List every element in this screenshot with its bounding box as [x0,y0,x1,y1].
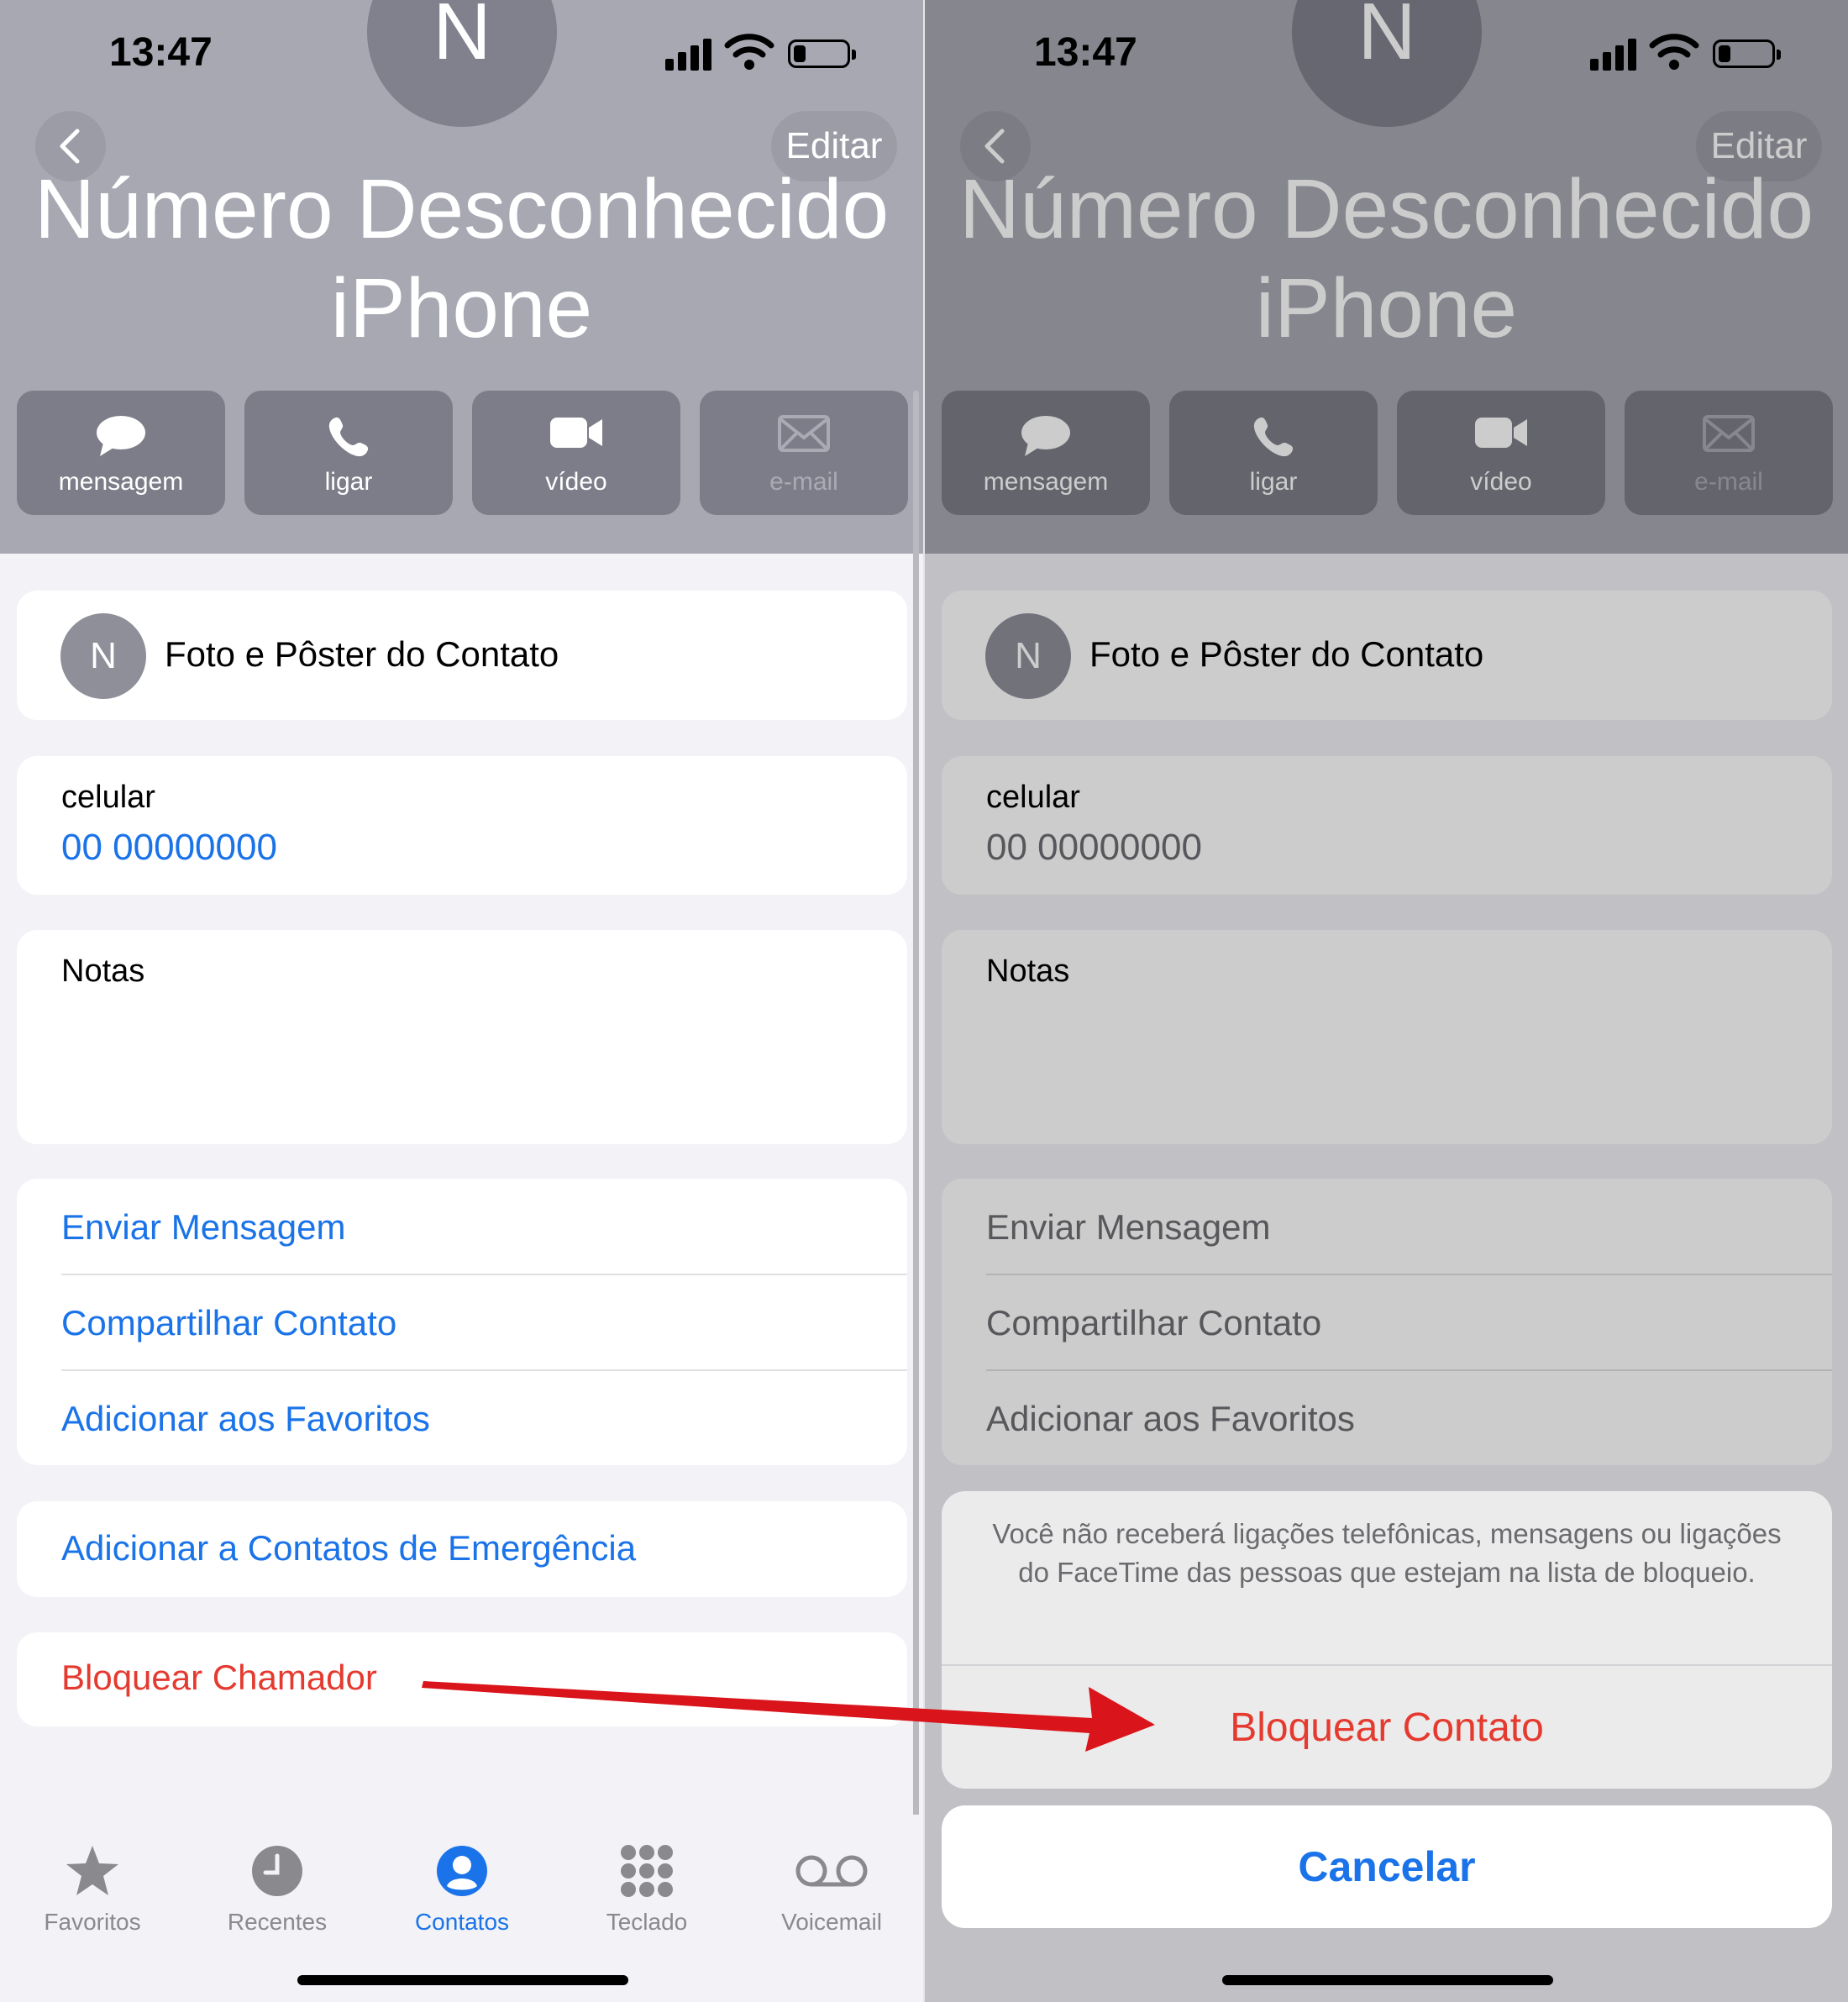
status-time: 13:47 [109,30,213,75]
voicemail-icon [795,1855,868,1887]
video-action-button[interactable]: vídeo [472,391,680,515]
divider [61,1274,907,1275]
star-icon [66,1846,118,1895]
action-sheet: Você não receberá ligações telefônicas, … [942,1491,1832,1789]
block-caller-option[interactable]: Bloquear Chamador [61,1658,377,1698]
phone-number-link[interactable]: 00 00000000 [61,827,277,869]
tab-bar: Favoritos Recentes Contatos Teclado Voic… [0,1815,923,2002]
divider [61,1369,907,1371]
video-camera-icon [550,418,602,448]
contact-name: Número Desconhecido iPhone [34,162,890,355]
tab-favoritos[interactable]: Favoritos [0,1833,185,1936]
tab-teclado[interactable]: Teclado [554,1833,739,1936]
scrollbar[interactable] [913,391,919,1819]
action-sheet-message: Você não receberá ligações telefônicas, … [992,1518,1782,1588]
contact-screen: N 13:47 Editar Número Desconhecido iPhon… [0,0,923,2002]
clock-icon [252,1846,302,1896]
notes-label: Notas [61,954,145,989]
add-favorites-option[interactable]: Adicionar aos Favoritos [61,1399,430,1439]
signal-icon [665,37,716,71]
message-bubble-icon [97,416,145,456]
send-message-option[interactable]: Enviar Mensagem [61,1207,345,1248]
block-card: Bloquear Chamador [17,1632,907,1726]
tab-voicemail[interactable]: Voicemail [739,1833,923,1936]
phone-type-label: celular [61,780,155,815]
contact-avatar: N [367,0,557,127]
contact-screen-with-action-sheet: N 13:47 Editar Número Desconhecido iPhon… [925,0,1848,2002]
wifi-icon [724,34,774,70]
battery-icon [788,39,856,68]
contact-header: N 13:47 Editar Número Desconhecido iPhon… [0,0,923,554]
tab-recentes[interactable]: Recentes [185,1833,370,1936]
options-card: Enviar Mensagem Compartilhar Contato Adi… [17,1179,907,1465]
person-circle-icon [437,1846,487,1896]
home-indicator [1222,1975,1553,1985]
message-action-button[interactable]: mensagem [17,391,225,515]
call-action-button[interactable]: ligar [244,391,453,515]
contact-photo-avatar: N [60,613,146,699]
share-contact-option[interactable]: Compartilhar Contato [61,1303,396,1343]
notes-card[interactable]: Notas [17,930,907,1144]
contact-photo-label: Foto e Pôster do Contato [165,634,559,674]
phone-card: celular 00 00000000 [17,756,907,895]
contact-photo-row[interactable]: N Foto e Pôster do Contato [17,591,907,720]
add-emergency-contact-option[interactable]: Adicionar a Contatos de Emergência [61,1528,636,1568]
home-indicator [297,1975,628,1985]
phone-icon [328,417,369,457]
email-action-button[interactable]: e-mail [700,391,908,515]
cancel-button[interactable]: Cancelar [942,1805,1832,1928]
tab-contatos[interactable]: Contatos [370,1833,554,1936]
block-contact-button[interactable]: Bloquear Contato [942,1666,1832,1789]
envelope-icon [778,415,830,452]
emergency-card: Adicionar a Contatos de Emergência [17,1501,907,1597]
keypad-icon [621,1845,673,1897]
